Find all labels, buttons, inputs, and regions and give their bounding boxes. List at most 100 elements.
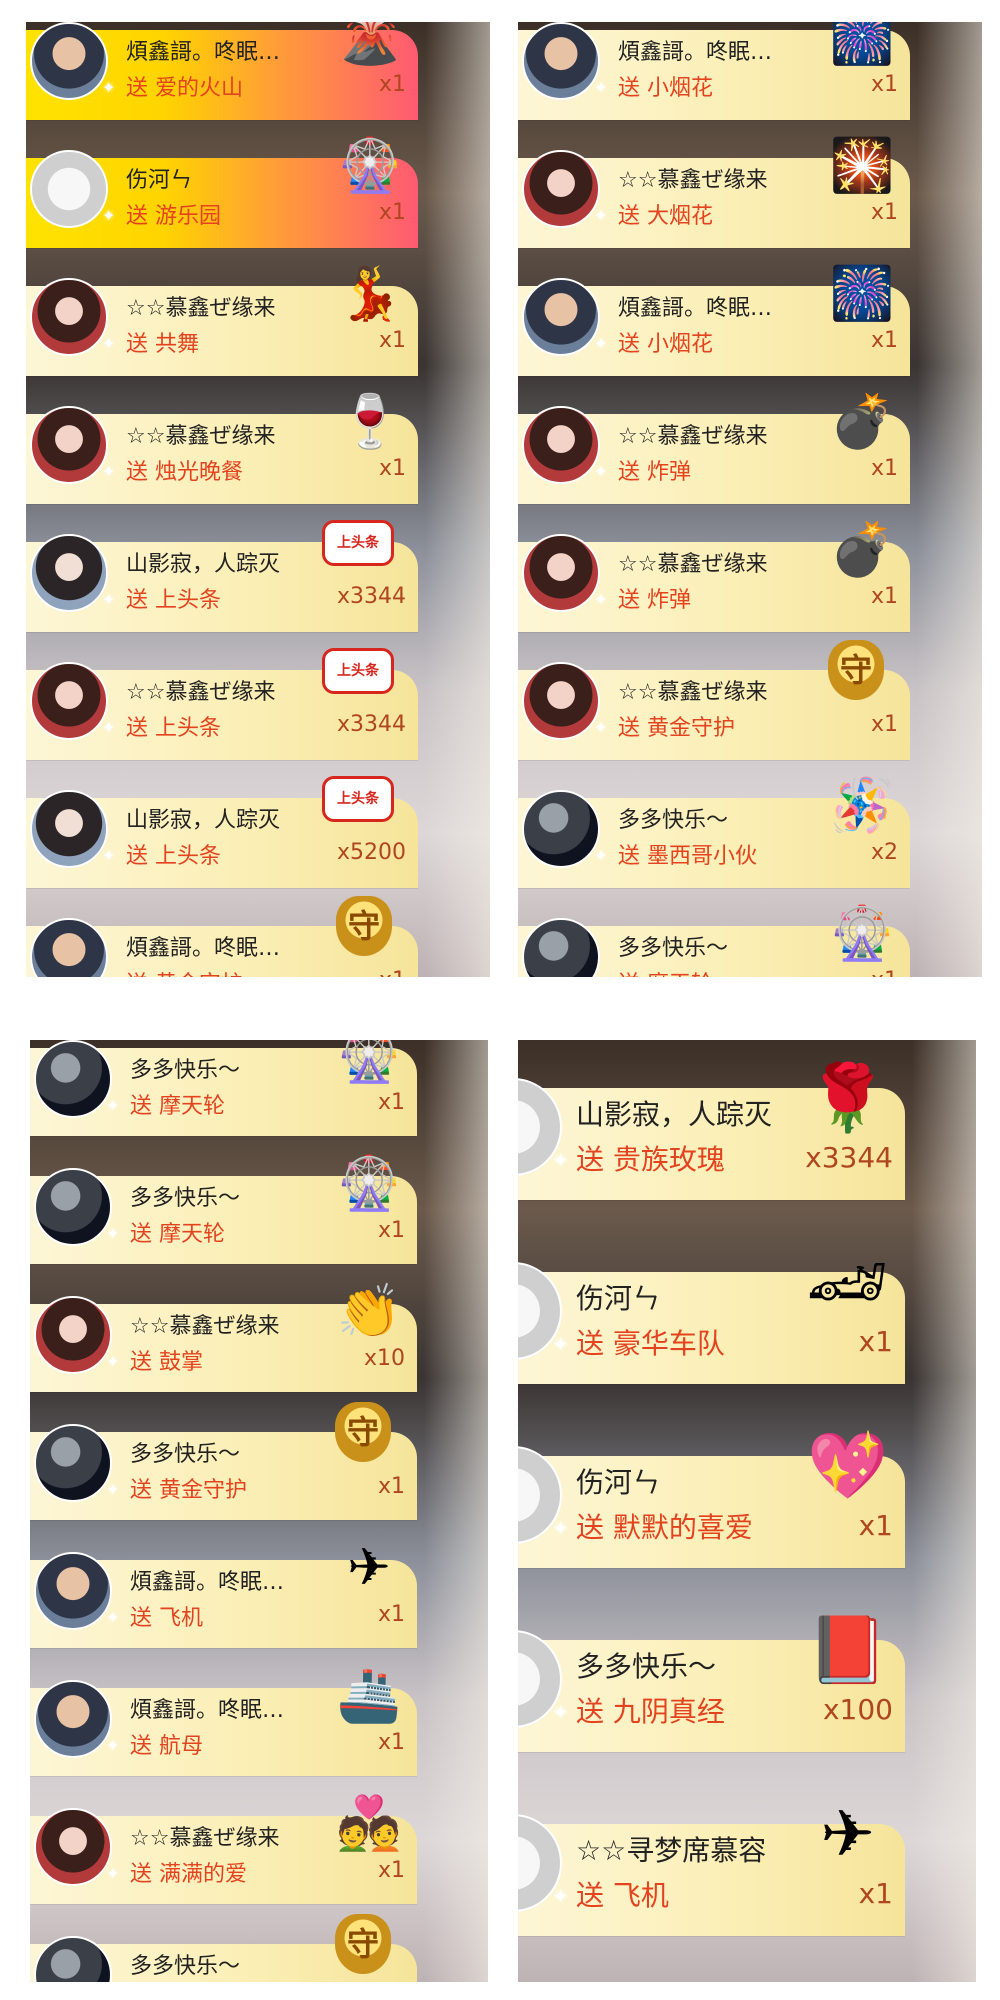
sparkle-icon: ✦	[594, 78, 608, 97]
avatar[interactable]	[522, 534, 600, 612]
gift-label: 送 游乐园	[126, 204, 221, 229]
sender-name: 煩鑫謌。咚眠…	[126, 936, 281, 961]
gift-label: 送 默默的喜爱	[576, 1511, 753, 1544]
gift-label: 送 黄金守护	[126, 966, 243, 977]
full-love-couple-icon: 💑	[336, 1794, 402, 1854]
sparkle-icon: ✦	[102, 718, 116, 737]
aircraft-carrier-icon: 🚢	[336, 1666, 402, 1726]
avatar[interactable]	[34, 1168, 112, 1246]
sender-name: ☆☆慕鑫ぜ缘来	[618, 168, 768, 193]
mexican-guy-icon: 🪅	[829, 776, 895, 836]
avatar[interactable]	[522, 22, 600, 100]
gift-label: 送 黄金守护	[618, 716, 735, 741]
avatar[interactable]	[34, 1680, 112, 1758]
gift-label: 送 航母	[130, 1734, 203, 1759]
sender-name: ☆☆慕鑫ぜ缘来	[130, 1826, 280, 1851]
airplane-icon: ✈	[347, 1538, 391, 1598]
avatar[interactable]	[34, 1040, 112, 1118]
sender-name: 伤河ㄣ	[126, 168, 193, 193]
gift-label: 送 上头条	[126, 844, 221, 869]
sender-name: 伤河ㄣ	[576, 1466, 661, 1499]
gift-label: 送 贵族玫瑰	[576, 1143, 725, 1176]
gift-label: 送 飞机	[576, 1879, 669, 1912]
sender-name: ☆☆慕鑫ぜ缘来	[618, 552, 768, 577]
avatar[interactable]	[30, 534, 108, 612]
ferris-wheel-icon: 🎡	[336, 1040, 402, 1086]
sender-name: 煩鑫謌。咚眠…	[130, 1698, 285, 1723]
gift-label: 送 爱的火山	[126, 76, 243, 101]
gold-guard-shield-icon: 守	[335, 1914, 391, 1974]
gift-count: x1	[377, 1474, 405, 1499]
gift-label: 送 九阴真经	[576, 1695, 725, 1728]
gold-guard-shield-icon: 守	[336, 896, 392, 956]
sparkle-icon: ✦	[106, 1608, 120, 1627]
sender-name: ☆☆慕鑫ぜ缘来	[130, 1314, 280, 1339]
avatar[interactable]	[522, 662, 600, 740]
avatar[interactable]	[30, 662, 108, 740]
candlelight-dinner-icon: 🍷	[337, 392, 403, 452]
avatar[interactable]	[34, 1552, 112, 1630]
headline-sign-icon: 上头条	[322, 520, 394, 566]
avatar[interactable]	[34, 1808, 112, 1886]
amusement-park-icon: 🎡	[337, 136, 403, 196]
avatar[interactable]	[34, 1296, 112, 1374]
gift-count: x1	[379, 968, 406, 977]
avatar[interactable]	[30, 406, 108, 484]
clapping-hands-icon: 👏	[336, 1282, 402, 1342]
gift-label: 送 黄金守护	[130, 1478, 247, 1503]
sender-name: 多多快乐～	[618, 936, 729, 961]
noble-rose-icon: 🌹	[807, 1060, 888, 1136]
avatar[interactable]	[30, 22, 108, 100]
luxury-car-icon: 🏎	[806, 1244, 889, 1320]
sender-name: 多多快乐～	[130, 1186, 241, 1211]
sender-name: ☆☆慕鑫ぜ缘来	[126, 680, 276, 705]
sender-name: 煩鑫謌。咚眠…	[618, 40, 773, 65]
sparkle-icon: ✦	[106, 1736, 120, 1755]
gift-panel-2: 煩鑫謌。咚眠… 送 小烟花 x1 🎆 ✦ ☆☆慕鑫ぜ缘来送 大烟花 x1 🎇 ✦ 煩鑫謌。咚眠… 送…	[518, 22, 982, 977]
bomb-icon: 💣	[829, 392, 895, 452]
gift-label: 送 烛光晚餐	[126, 460, 243, 485]
big-fireworks-icon: 🎇	[829, 136, 895, 196]
sparkle-icon: ✦	[106, 1864, 120, 1883]
sender-name: 多多快乐～	[130, 1058, 241, 1083]
headline-sign-icon: 上头条	[322, 776, 394, 822]
sparkle-icon: ✦	[106, 1096, 120, 1115]
sparkle-icon: ✦	[594, 334, 608, 353]
avatar[interactable]	[34, 1936, 112, 1982]
gift-label: 送 共舞	[126, 332, 199, 357]
dance-couple-icon: 💃	[337, 264, 403, 324]
avatar[interactable]	[522, 406, 600, 484]
sparkle-icon: ✦	[552, 1884, 569, 1908]
sparkle-icon: ✦	[552, 1516, 569, 1540]
volcano-icon: 🌋	[337, 22, 403, 68]
sender-name: 煩鑫謌。咚眠…	[618, 296, 773, 321]
gift-count: x3344	[336, 712, 406, 737]
avatar[interactable]	[30, 278, 108, 356]
sender-name: ☆☆慕鑫ぜ缘来	[126, 424, 276, 449]
ferris-wheel-icon: 🎡	[336, 1154, 402, 1214]
sparkle-icon: ✦	[106, 1352, 120, 1371]
bomb-icon: 💣	[829, 520, 895, 580]
avatar[interactable]	[522, 790, 600, 868]
sparkle-icon: ✦	[102, 206, 116, 225]
avatar[interactable]	[30, 790, 108, 868]
sparkle-icon: ✦	[102, 462, 116, 481]
sparkle-icon: ✦	[594, 462, 608, 481]
sender-name: ☆☆慕鑫ぜ缘来	[618, 424, 768, 449]
sparkle-icon: ✦	[102, 590, 116, 609]
sender-name: 煩鑫謌。咚眠…	[130, 1570, 285, 1595]
gift-label: 送 摩天轮	[618, 966, 713, 977]
gift-label: 送 飞机	[130, 1606, 203, 1631]
gift-label: 送 上头条	[126, 716, 221, 741]
gift-label: 送 上头条	[126, 588, 221, 613]
avatar[interactable]	[522, 278, 600, 356]
sparkle-icon: ✦	[552, 1700, 569, 1724]
sparkle-icon: ✦	[106, 1224, 120, 1243]
avatar[interactable]	[34, 1424, 112, 1502]
sender-name: 煩鑫謌。咚眠…	[126, 40, 281, 65]
gift-label: 送 摩天轮	[130, 1094, 225, 1119]
sender-name: ☆☆慕鑫ぜ缘来	[126, 296, 276, 321]
avatar[interactable]	[30, 150, 108, 228]
sender-name: 多多快乐～	[576, 1650, 717, 1683]
avatar[interactable]	[522, 150, 600, 228]
